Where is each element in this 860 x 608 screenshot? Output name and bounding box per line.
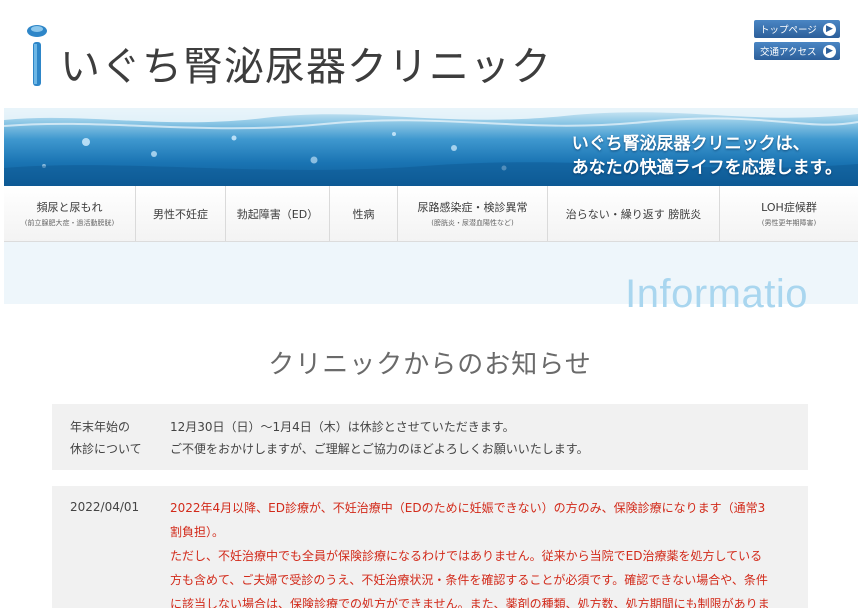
- water-drop-logo-icon: [27, 25, 47, 86]
- nav-item-label: 性病: [352, 207, 375, 221]
- water-banner: いぐち腎泌尿器クリニックは、 あなたの快適ライフを応援します。: [4, 108, 858, 186]
- notice-item: 2022/04/01 2022年4月以降、ED診療が、不妊治療中（EDのために妊…: [52, 486, 808, 608]
- notice-body-line: に該当しない場合は、保険診療での処方ができません。また、薬剤の種類、処方数、処方…: [170, 597, 770, 608]
- notice-body-line: ご不便をおかけしますが、ご理解とご協力のほどよろしくお願いいたします。: [170, 442, 589, 456]
- notice-heading: 年末年始の 休診について: [52, 404, 160, 470]
- nav-item-label: 頻尿と尿もれ: [36, 201, 103, 214]
- site-logo-text: いぐち腎泌尿器クリニック: [60, 44, 552, 90]
- notice-body-line: 2022年4月以降、ED診療が、不妊治療中（EDのために妊娠できない）の方のみ、…: [170, 501, 766, 515]
- notice-body-line: ただし、不妊治療中でも全員が保険診療になるわけではありません。従来から当院でED…: [170, 549, 763, 563]
- top-links: トップページ ▶ 交通アクセス ▶: [754, 20, 840, 64]
- access-link-label: 交通アクセス: [760, 47, 817, 58]
- nav-item-label: 男性不妊症: [153, 207, 208, 221]
- notice-body: 2022年4月以降、ED診療が、不妊治療中（EDのために妊娠できない）の方のみ、…: [160, 486, 808, 608]
- site-header: いぐち腎泌尿器クリニック トップページ ▶ 交通アクセス ▶: [0, 0, 860, 108]
- notice-heading-line: 年末年始の: [70, 420, 131, 434]
- nav-item-sub: (男性更年期障害): [761, 219, 817, 227]
- access-link[interactable]: 交通アクセス ▶: [754, 42, 840, 60]
- arrow-right-icon: ▶: [823, 22, 836, 36]
- nav-item-male-infertility[interactable]: 男性不妊症: [136, 186, 226, 241]
- arrow-right-icon: ▶: [823, 44, 836, 58]
- nav-item-label: 勃起障害（ED）: [236, 207, 319, 221]
- notice-body-line: 方も含めて、ご夫婦で受診のうえ、不妊治療状況・条件を確認することが必須です。確認…: [170, 573, 768, 587]
- nav-item-loh-syndrome[interactable]: LOH症候群 (男性更年期障害): [720, 186, 858, 241]
- nav-item-frequent-urination[interactable]: 頻尿と尿もれ (前立腺肥大症・過活動膀胱): [4, 186, 136, 241]
- section-heading: クリニックからのお知らせ: [268, 350, 592, 380]
- notice-body-line: 12月30日（日）～1月4日（木）は休診とさせていただきます。: [170, 420, 515, 434]
- notice-item: 年末年始の 休診について 12月30日（日）～1月4日（木）は休診とさせていただ…: [52, 404, 808, 470]
- nav-item-sub: (膀胱炎・尿潜血陽性など): [431, 219, 514, 227]
- nav-item-recurrent-cystitis[interactable]: 治らない・繰り返す 膀胱炎: [548, 186, 720, 241]
- notice-body: 12月30日（日）～1月4日（木）は休診とさせていただきます。 ご不便をおかけし…: [160, 404, 808, 470]
- nav-item-sub: (前立腺肥大症・過活動膀胱): [24, 219, 115, 227]
- nav-item-std[interactable]: 性病: [330, 186, 398, 241]
- notice-heading-line: 休診について: [70, 442, 142, 456]
- notice-date: 2022/04/01: [70, 500, 140, 514]
- nav-item-ed[interactable]: 勃起障害（ED）: [226, 186, 330, 241]
- top-page-link-label: トップページ: [760, 25, 817, 36]
- nav-item-label: LOH症候群: [761, 201, 817, 214]
- page: いぐち腎泌尿器クリニック トップページ ▶ 交通アクセス ▶ いぐち腎泌尿器クリ…: [0, 0, 860, 608]
- nav-item-label: 治らない・繰り返す 膀胱炎: [565, 207, 702, 221]
- nav-item-urinary-infection[interactable]: 尿路感染症・検診異常 (膀胱炎・尿潜血陽性など): [398, 186, 548, 241]
- tagline-line-1: いぐち腎泌尿器クリニックは、: [571, 134, 810, 154]
- banner-tagline: いぐち腎泌尿器クリニックは、 あなたの快適ライフを応援します。: [572, 132, 842, 180]
- notice-body-line: 割負担）。: [170, 525, 225, 539]
- information-title: Informatio: [625, 272, 808, 316]
- top-page-link[interactable]: トップページ ▶: [754, 20, 840, 38]
- main-nav: 頻尿と尿もれ (前立腺肥大症・過活動膀胱) 男性不妊症 勃起障害（ED） 性病 …: [4, 186, 858, 242]
- nav-item-label: 尿路感染症・検診異常: [417, 201, 528, 214]
- tagline-line-2: あなたの快適ライフを応援します。: [571, 158, 842, 178]
